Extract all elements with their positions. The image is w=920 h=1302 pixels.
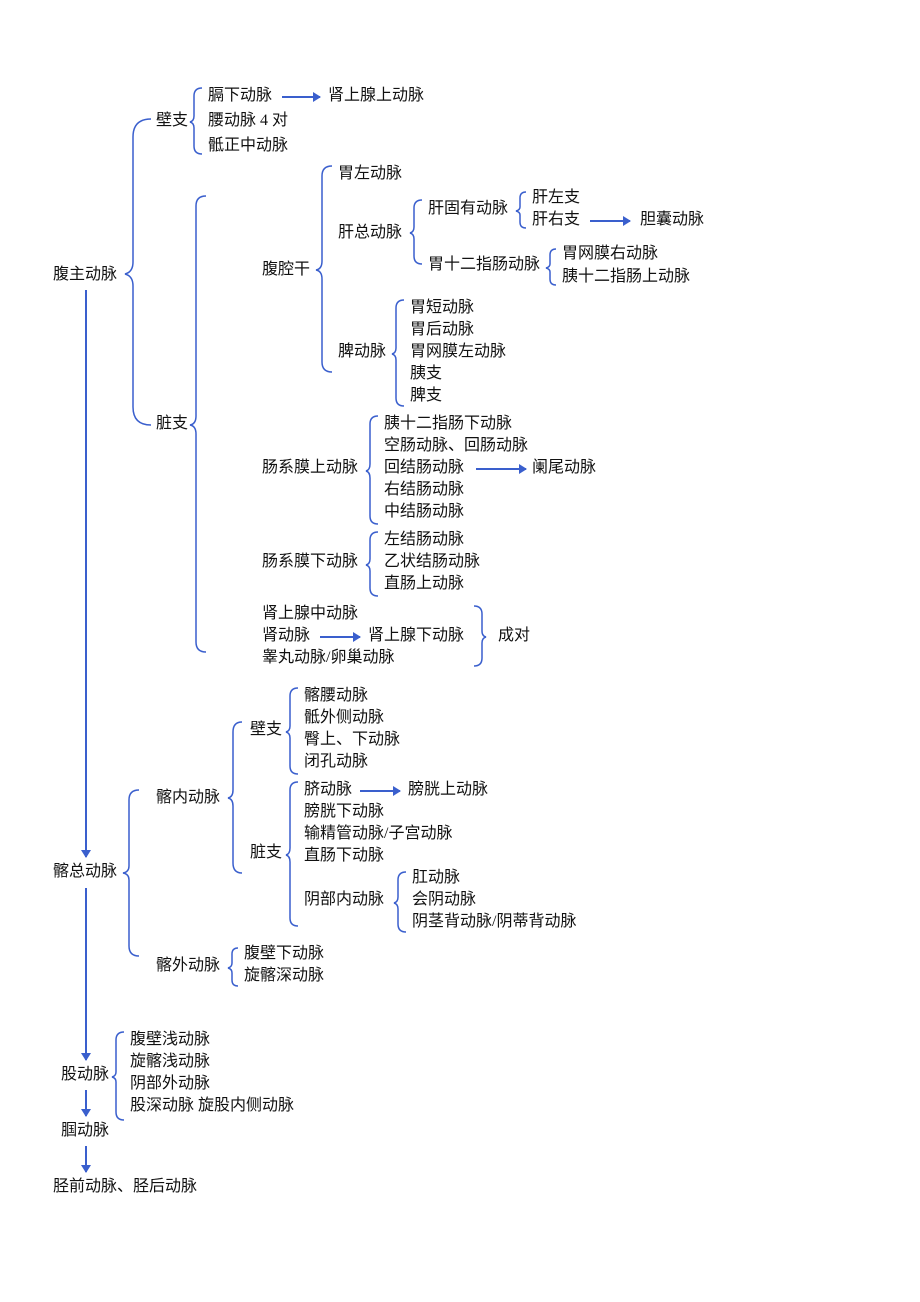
- node-deep-femoral: 股深动脉 旋股内侧动脉: [130, 1096, 294, 1115]
- arrow-right-icon: [282, 96, 320, 98]
- node-sup-rectal: 直肠上动脉: [384, 574, 464, 593]
- brace-icon: [123, 117, 153, 427]
- node-superf-epigastric: 腹壁浅动脉: [130, 1030, 210, 1049]
- brace-icon: [112, 1030, 126, 1122]
- node-tibial: 胫前动脉、胫后动脉: [53, 1177, 197, 1196]
- brace-icon: [228, 946, 240, 988]
- node-femoral: 股动脉: [61, 1065, 109, 1084]
- node-right-hepatic: 肝右支: [532, 210, 580, 229]
- brace-icon: [190, 194, 208, 654]
- node-ima: 肠系膜下动脉: [262, 552, 358, 571]
- node-lat-sacral: 骶外侧动脉: [304, 708, 384, 727]
- node-perineal: 会阴动脉: [412, 890, 476, 909]
- brace-icon: [394, 870, 408, 934]
- node-appendicular: 阑尾动脉: [532, 458, 596, 477]
- node-abdominal-aorta: 腹主动脉: [53, 265, 117, 284]
- node-gluteal: 臀上、下动脉: [304, 730, 400, 749]
- brace-icon: [516, 190, 528, 230]
- node-superf-circumflex: 旋髂浅动脉: [130, 1052, 210, 1071]
- arrow-right-icon: [360, 790, 400, 792]
- node-left-hepatic: 肝左支: [532, 188, 580, 207]
- node-lumbar: 腰动脉 4 对: [208, 111, 288, 130]
- brace-icon: [366, 414, 380, 526]
- node-right-colic: 右结肠动脉: [384, 480, 464, 499]
- node-deferential: 输精管动脉/子宫动脉: [304, 824, 452, 843]
- node-parietal-iliac: 壁支: [250, 720, 282, 739]
- node-middle-colic: 中结肠动脉: [384, 502, 464, 521]
- node-inf-suprarenal: 肾上腺下动脉: [368, 626, 464, 645]
- arrow-down-icon: [85, 888, 87, 1060]
- brace-icon: [410, 198, 424, 266]
- node-sup-vesical: 膀胱上动脉: [408, 780, 488, 799]
- node-common-hepatic: 肝总动脉: [338, 223, 402, 242]
- node-splenic: 脾动脉: [338, 342, 386, 361]
- node-median-sacral: 骶正中动脉: [208, 136, 288, 155]
- node-panc-branch: 胰支: [410, 364, 442, 383]
- node-sup-pancduo: 胰十二指肠上动脉: [562, 267, 690, 286]
- node-ext-pudendal: 阴部外动脉: [130, 1074, 210, 1093]
- brace-icon: [472, 604, 486, 668]
- arrow-right-icon: [320, 636, 360, 638]
- node-dorsal-penis: 阴茎背动脉/阴蒂背动脉: [412, 912, 576, 931]
- node-visceral: 脏支: [156, 414, 188, 433]
- brace-icon: [546, 247, 558, 287]
- node-celiac: 腹腔干: [262, 260, 310, 279]
- arrow-right-icon: [476, 468, 526, 470]
- node-external-iliac: 髂外动脉: [156, 956, 220, 975]
- node-popliteal: 腘动脉: [61, 1121, 109, 1140]
- brace-icon: [286, 780, 300, 928]
- node-parietal: 壁支: [156, 111, 188, 130]
- brace-icon: [286, 686, 300, 776]
- node-sup-suprarenal: 肾上腺上动脉: [328, 86, 424, 105]
- node-splenic-branch: 脾支: [410, 386, 442, 405]
- node-iliolumbar: 髂腰动脉: [304, 686, 368, 705]
- brace-icon: [316, 164, 334, 374]
- node-common-iliac: 髂总动脉: [53, 862, 117, 881]
- arrow-down-icon: [85, 1146, 87, 1172]
- node-inf-vesical: 膀胱下动脉: [304, 802, 384, 821]
- node-left-gastroepi: 胃网膜左动脉: [410, 342, 506, 361]
- arrow-down-icon: [85, 1090, 87, 1116]
- arrow-down-icon: [85, 290, 87, 857]
- brace-icon: [190, 86, 204, 156]
- node-visceral-iliac: 脏支: [250, 843, 282, 862]
- node-obturator: 闭孔动脉: [304, 752, 368, 771]
- node-jej-ileal: 空肠动脉、回肠动脉: [384, 436, 528, 455]
- node-gonadal: 睾丸动脉/卵巢动脉: [262, 648, 394, 667]
- node-left-colic: 左结肠动脉: [384, 530, 464, 549]
- node-mid-suprarenal: 肾上腺中动脉: [262, 604, 358, 623]
- node-sigmoid: 乙状结肠动脉: [384, 552, 480, 571]
- node-ileocolic: 回结肠动脉: [384, 458, 464, 477]
- node-deep-circumflex: 旋髂深动脉: [244, 966, 324, 985]
- node-hepatic-proper: 肝固有动脉: [428, 199, 508, 218]
- node-gastroduodenal: 胃十二指肠动脉: [428, 255, 540, 274]
- brace-icon: [228, 720, 244, 875]
- node-internal-iliac: 髂内动脉: [156, 788, 220, 807]
- arrow-right-icon: [590, 220, 630, 222]
- node-short-gastric: 胃短动脉: [410, 298, 474, 317]
- brace-icon: [366, 530, 380, 598]
- node-anal: 肛动脉: [412, 868, 460, 887]
- node-sma: 肠系膜上动脉: [262, 458, 358, 477]
- node-inf-rectal: 直肠下动脉: [304, 846, 384, 865]
- node-left-gastric: 胃左动脉: [338, 164, 402, 183]
- brace-icon: [123, 788, 141, 958]
- node-paired: 成对: [498, 626, 530, 645]
- node-inf-phrenic: 膈下动脉: [208, 86, 272, 105]
- node-inf-epigastric: 腹壁下动脉: [244, 944, 324, 963]
- node-post-gastric: 胃后动脉: [410, 320, 474, 339]
- node-cystic: 胆囊动脉: [640, 210, 704, 229]
- node-right-gastroepi: 胃网膜右动脉: [562, 244, 658, 263]
- node-int-pudendal: 阴部内动脉: [304, 890, 384, 909]
- node-inf-pancduo: 胰十二指肠下动脉: [384, 414, 512, 433]
- brace-icon: [392, 298, 406, 408]
- node-renal: 肾动脉: [262, 626, 310, 645]
- node-umbilical: 脐动脉: [304, 780, 352, 799]
